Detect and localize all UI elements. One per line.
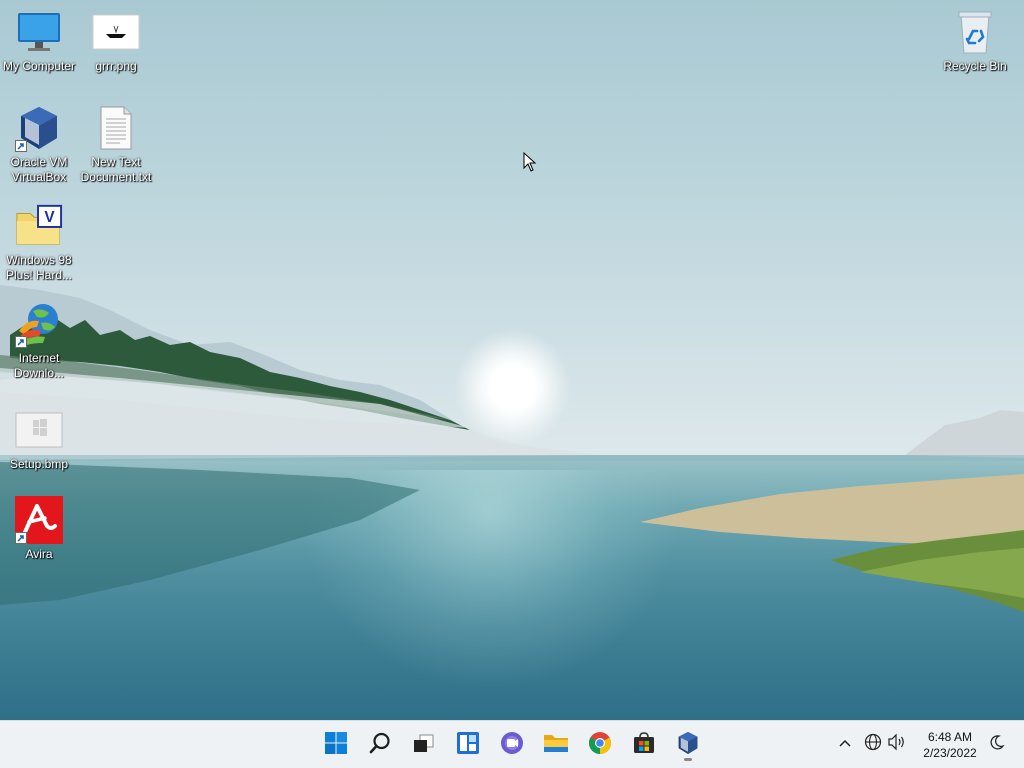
desktop-icon-label: Oracle VM VirtualBox: [10, 155, 68, 184]
desktop-icon-label: New Text Document.txt: [80, 155, 152, 184]
desktop-icon-label: Recycle Bin: [943, 59, 1007, 73]
moon-icon: [989, 734, 1005, 755]
bitmap-image-icon: [15, 406, 63, 454]
task-view-button[interactable]: [405, 727, 441, 763]
desktop-icon-avira[interactable]: Avira: [0, 496, 78, 562]
monitor-icon: [15, 8, 63, 56]
taskbar-clock[interactable]: 6:48 AM 2/23/2022: [912, 729, 988, 761]
shortcut-arrow-icon: [15, 532, 27, 544]
taskbar: 6:48 AM 2/23/2022: [0, 720, 1024, 768]
desktop-icon-label: Windows 98 Plus! Hard...: [5, 253, 73, 282]
shortcut-arrow-icon: [15, 336, 27, 348]
desktop-icon-label: grrr.png: [95, 59, 137, 73]
file-explorer-button[interactable]: [538, 727, 574, 763]
virtualbox-taskbar-button[interactable]: [670, 727, 706, 763]
search-button[interactable]: [362, 727, 398, 763]
show-hidden-icons-button[interactable]: [834, 733, 856, 755]
virtualbox-icon: [15, 104, 63, 152]
shortcut-arrow-icon: [15, 140, 27, 152]
text-document-icon: [92, 104, 140, 152]
task-view-icon: [411, 731, 435, 760]
desktop-icon-label: Setup.bmp: [9, 457, 69, 471]
start-button[interactable]: [318, 727, 354, 763]
microsoft-store-icon: [632, 731, 656, 760]
desktop-icon-grrr-png[interactable]: grrr.png: [77, 8, 155, 74]
mouse-cursor-icon: [523, 151, 537, 177]
clock-date: 2/23/2022: [923, 746, 977, 760]
search-icon: [368, 731, 392, 760]
chevron-up-icon: [838, 735, 852, 753]
desktop-icon-recycle-bin[interactable]: Recycle Bin: [936, 8, 1014, 74]
windows-start-icon: [324, 731, 348, 760]
desktop-icon-label: Internet Downlo...: [13, 351, 65, 380]
image-file-icon: [92, 8, 140, 56]
clock-time: 6:48 AM: [927, 730, 973, 744]
network-icon: [864, 733, 882, 756]
desktop-icon-my-computer[interactable]: My Computer: [0, 8, 78, 74]
folder-icon: V: [15, 202, 63, 250]
desktop-icon-oracle-vm-virtualbox[interactable]: Oracle VM VirtualBox: [0, 104, 78, 185]
chat-button[interactable]: [494, 727, 530, 763]
desktop-icon-windows-98-plus[interactable]: V Windows 98 Plus! Hard...: [0, 202, 78, 283]
virtualbox-icon: [676, 731, 700, 760]
network-button[interactable]: [862, 733, 884, 755]
chrome-icon: [588, 731, 612, 760]
wallpaper-sun: [455, 330, 570, 445]
running-indicator: [684, 758, 692, 761]
widgets-button[interactable]: [450, 727, 486, 763]
volume-button[interactable]: [886, 733, 908, 755]
desktop-icon-internet-download-manager[interactable]: Internet Downlo...: [0, 300, 78, 381]
desktop-icon-setup-bmp[interactable]: Setup.bmp: [0, 406, 78, 472]
microsoft-store-button[interactable]: [626, 727, 662, 763]
desktop-icon-label: My Computer: [2, 59, 76, 73]
avira-icon: [15, 496, 63, 544]
file-explorer-icon: [543, 731, 569, 760]
focus-assist-button[interactable]: [986, 733, 1008, 755]
widgets-icon: [456, 731, 480, 760]
chrome-button[interactable]: [582, 727, 618, 763]
recycle-bin-icon: [951, 8, 999, 56]
internet-download-manager-icon: [15, 300, 63, 348]
volume-icon: [887, 733, 907, 756]
desktop-icon-new-text-document[interactable]: New Text Document.txt: [77, 104, 155, 185]
teams-chat-icon: [499, 731, 525, 760]
svg-text:V: V: [44, 209, 55, 226]
desktop-icon-label: Avira: [25, 547, 53, 561]
